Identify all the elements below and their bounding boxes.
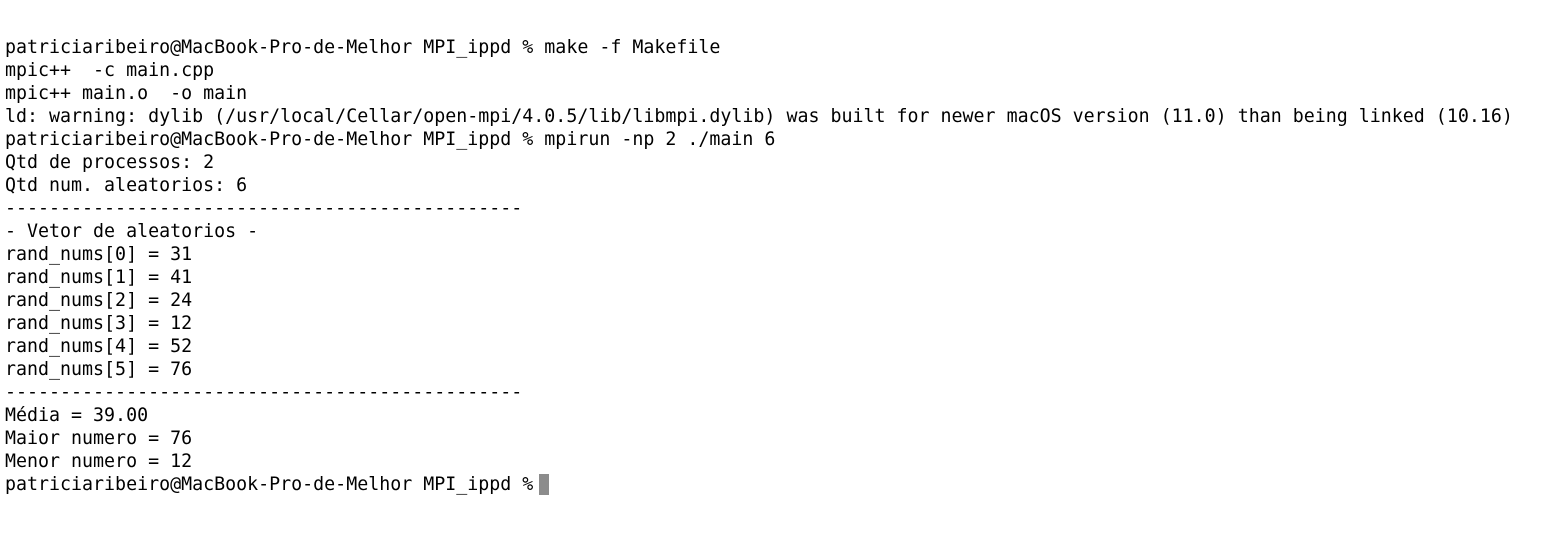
output-line-processes: Qtd de processos: 2: [5, 152, 215, 173]
output-line-warning: ld: warning: dylib (/usr/local/Cellar/op…: [5, 106, 1513, 127]
output-line-average: Média = 39.00: [5, 405, 149, 426]
output-line-rand-3: rand_nums[3] = 12: [5, 313, 193, 334]
output-line-rand-4: rand_nums[4] = 52: [5, 336, 193, 357]
output-line-max: Maior numero = 76: [5, 428, 193, 449]
text-cursor: [539, 474, 550, 495]
output-line-rand-0: rand_nums[0] = 31: [5, 244, 193, 265]
command-line-make: patriciaribeiro@MacBook-Pro-de-Melhor MP…: [5, 37, 721, 58]
output-line-min: Menor numero = 12: [5, 451, 193, 472]
output-line-random-count: Qtd num. aleatorios: 6: [5, 175, 248, 196]
output-line-link: mpic++ main.o -o main: [5, 83, 248, 104]
shell-prompt: patriciaribeiro@MacBook-Pro-de-Melhor MP…: [5, 474, 534, 495]
output-line-rand-5: rand_nums[5] = 76: [5, 359, 193, 380]
output-line-vector-title: - Vetor de aleatorios -: [5, 221, 259, 242]
output-line-rand-1: rand_nums[1] = 41: [5, 267, 193, 288]
output-line-rand-2: rand_nums[2] = 24: [5, 290, 193, 311]
output-line-compile: mpic++ -c main.cpp: [5, 60, 215, 81]
separator-line: ----------------------------------------…: [5, 382, 523, 403]
active-prompt-line[interactable]: patriciaribeiro@MacBook-Pro-de-Melhor MP…: [5, 473, 1535, 496]
terminal-output[interactable]: patriciaribeiro@MacBook-Pro-de-Melhor MP…: [5, 36, 1535, 496]
command-line-mpirun: patriciaribeiro@MacBook-Pro-de-Melhor MP…: [5, 129, 776, 150]
separator-line: ----------------------------------------…: [5, 198, 523, 219]
